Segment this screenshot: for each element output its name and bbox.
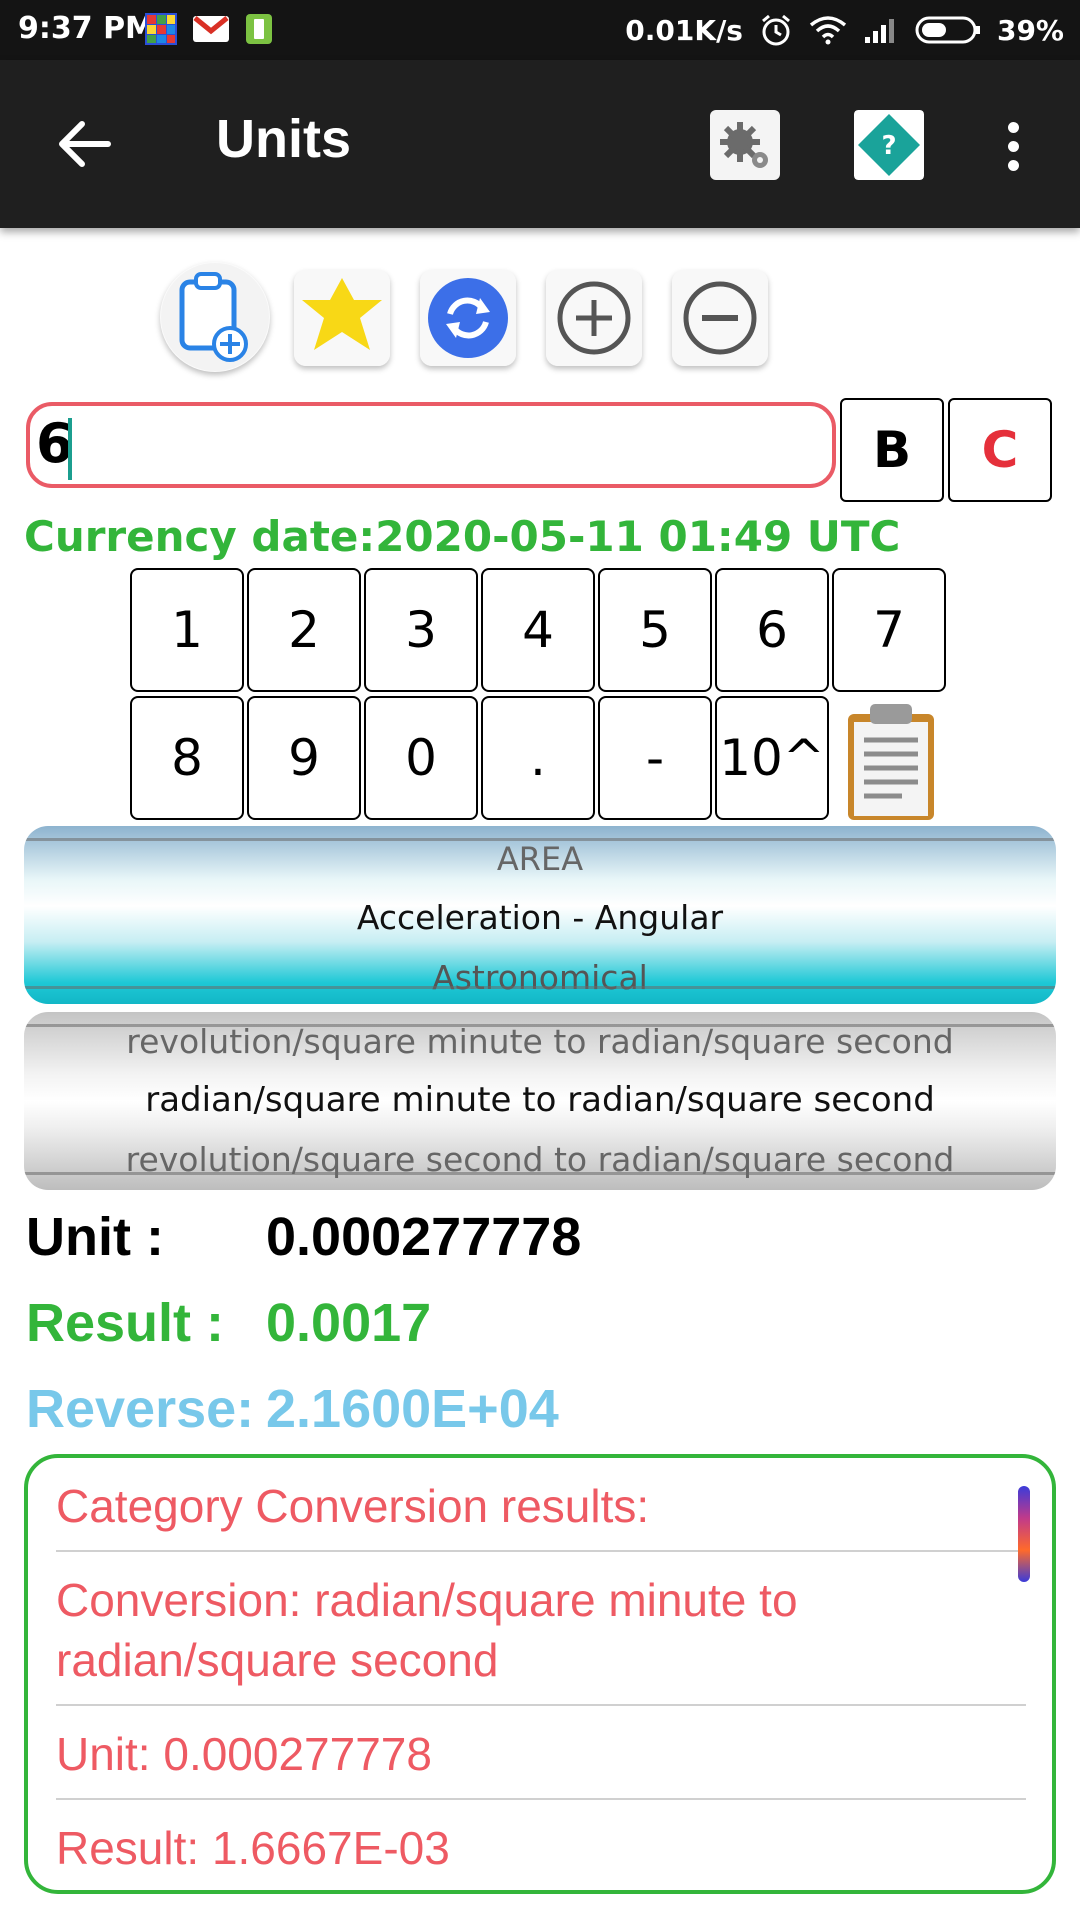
overflow-menu-icon[interactable] — [996, 116, 1030, 176]
key-4[interactable]: 4 — [481, 568, 595, 692]
key-exponent[interactable]: 10^ — [715, 696, 829, 820]
unit-label: Unit : — [26, 1207, 164, 1267]
conversion-prev[interactable]: revolution/square minute to radian/squar… — [24, 1022, 1056, 1061]
results-item: Result: 1.6667E-03 — [56, 1800, 1026, 1868]
results-panel[interactable]: Category Conversion results: Conversion:… — [24, 1454, 1056, 1894]
results-item: Conversion: radian/square minute to radi… — [56, 1552, 1026, 1706]
key-3[interactable]: 3 — [364, 568, 478, 692]
status-bar: 9:37 PM 0.01K/s 39% — [0, 0, 1080, 60]
battery-icon — [915, 16, 980, 44]
key-decimal[interactable]: . — [481, 696, 595, 820]
clipboard-add-icon[interactable] — [160, 262, 270, 372]
key-1[interactable]: 1 — [130, 568, 244, 692]
results-scrollbar[interactable] — [1018, 1486, 1030, 1582]
clear-button[interactable]: C — [948, 398, 1052, 502]
conversion-picker[interactable]: revolution/square minute to radian/squar… — [24, 1012, 1056, 1190]
app-notification-icon — [145, 13, 177, 45]
settings-gear-icon[interactable] — [710, 110, 780, 180]
plus-circle-icon[interactable] — [546, 270, 642, 366]
back-arrow-icon[interactable] — [52, 112, 116, 176]
currency-date: Currency date:2020-05-11 01:49 UTC — [24, 512, 901, 561]
key-0[interactable]: 0 — [364, 696, 478, 820]
results-item: Category Conversion results: — [56, 1458, 1026, 1552]
battery-percent: 39% — [996, 13, 1064, 47]
result-label: Result : — [26, 1293, 225, 1353]
conversion-selected[interactable]: radian/square minute to radian/square se… — [24, 1080, 1056, 1120]
key-2[interactable]: 2 — [247, 568, 361, 692]
minus-circle-icon[interactable] — [672, 270, 768, 366]
key-5[interactable]: 5 — [598, 568, 712, 692]
key-minus[interactable]: - — [598, 696, 712, 820]
text-caret — [68, 418, 72, 480]
battery-app-icon — [246, 14, 272, 44]
alarm-icon — [762, 14, 790, 46]
key-6[interactable]: 6 — [715, 568, 829, 692]
result-value: 0.0017 — [266, 1293, 432, 1353]
value-input[interactable]: 6 — [26, 402, 836, 488]
network-speed: 0.01K/s — [625, 13, 743, 47]
category-prev[interactable]: AREA — [24, 840, 1056, 878]
help-icon[interactable]: ? — [854, 110, 924, 180]
status-right: 0.01K/s 39% — [625, 10, 1064, 50]
app-bar: Units ? — [0, 60, 1080, 228]
results-list[interactable]: Category Conversion results: Conversion:… — [56, 1458, 1026, 1868]
category-picker[interactable]: AREA Acceleration - Angular Astronomical — [24, 826, 1056, 1004]
category-selected[interactable]: Acceleration - Angular — [24, 898, 1056, 937]
cell-signal-icon — [864, 19, 894, 43]
svg-text:?: ? — [881, 131, 896, 161]
wifi-icon — [809, 16, 847, 45]
page-title: Units — [216, 109, 351, 169]
key-7[interactable]: 7 — [832, 568, 946, 692]
reverse-value: 2.1600E+04 — [266, 1379, 559, 1439]
key-8[interactable]: 8 — [130, 696, 244, 820]
results-item: Unit: 0.000277778 — [56, 1706, 1026, 1800]
paste-icon[interactable] — [838, 700, 944, 824]
gmail-icon — [193, 16, 229, 42]
star-icon[interactable] — [294, 270, 390, 366]
category-next[interactable]: Astronomical — [24, 958, 1056, 997]
status-time: 9:37 PM — [18, 11, 155, 46]
reverse-label: Reverse: — [26, 1379, 255, 1439]
backspace-button[interactable]: B — [840, 398, 944, 502]
key-9[interactable]: 9 — [247, 696, 361, 820]
sync-icon[interactable] — [420, 270, 516, 366]
unit-value: 0.000277778 — [266, 1207, 582, 1267]
